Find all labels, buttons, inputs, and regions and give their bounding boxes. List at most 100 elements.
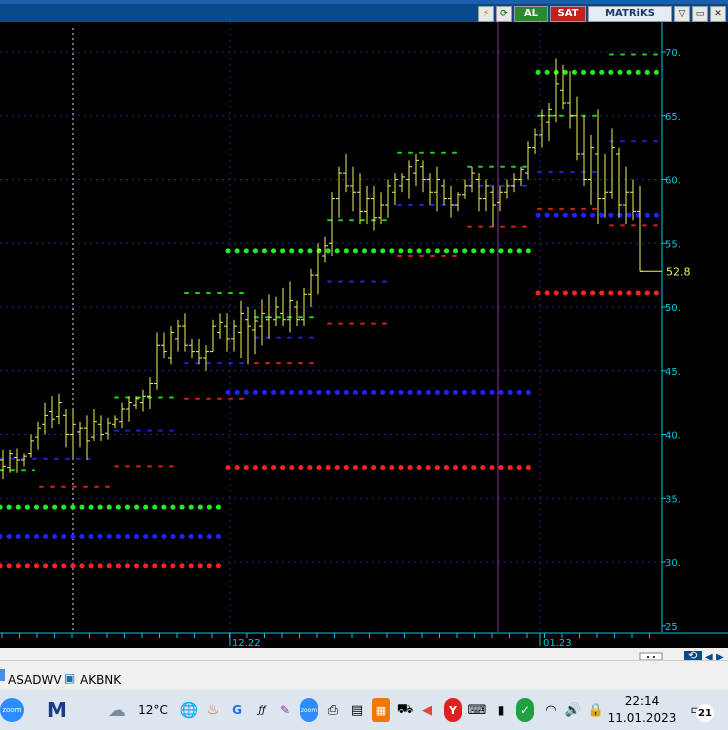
ohlc-bar [504, 179, 510, 199]
y-tick-label: 50. [665, 303, 681, 314]
ohlc-bar [203, 345, 209, 371]
shield-check-icon[interactable]: ✓ [516, 698, 534, 722]
ohlc-bar [280, 287, 286, 327]
y-tick-label: 55. [665, 239, 681, 250]
ohlc-bar [84, 415, 90, 460]
ohlc-bar [112, 415, 118, 429]
battery-icon[interactable]: ▮ [492, 698, 510, 722]
ohlc-bar [413, 154, 419, 186]
y-tick-label: 35. [665, 494, 681, 505]
ohlc-bar [63, 409, 69, 448]
ohlc-bar [462, 179, 468, 199]
ohlc-bar [56, 393, 62, 425]
ohlc-bar [49, 396, 55, 429]
price-chart[interactable]: 70. 65. 60. 55. 50. 45. 40. 35. 30. 25 52.8 [0, 22, 728, 632]
ohlc-bar [546, 103, 552, 142]
wifi-icon[interactable]: ◠ [542, 698, 560, 722]
ohlc-bar [28, 434, 34, 458]
monitor-icon: ▣ [64, 671, 76, 685]
minimize-icon[interactable]: ▭ [692, 6, 708, 22]
buy-button[interactable]: AL [514, 6, 548, 22]
camera-icon[interactable]: ⎙ [324, 698, 342, 722]
ohlc-bar [553, 58, 559, 123]
ohlc-bar [399, 173, 405, 193]
ohlc-bar [0, 449, 6, 480]
y-axis-ticks: 70. 65. 60. 55. 50. 45. 40. 35. 30. 25 52.8 [640, 48, 691, 632]
title-strip [0, 0, 728, 4]
notification-count: 21 [696, 704, 714, 722]
ohlc-bar [525, 141, 531, 180]
ohlc-bar [98, 415, 104, 441]
ohlc-bar [406, 160, 412, 199]
ohlc-bar [287, 281, 293, 333]
last-price-label: 52.8 [666, 265, 691, 278]
ohlc-bar [455, 192, 461, 212]
ohlc-bar [231, 319, 237, 352]
ohlc-bar [476, 173, 482, 212]
y-tick-label: 25 [665, 622, 678, 632]
close-icon[interactable]: ✕ [710, 6, 726, 22]
text-app-icon[interactable]: ƒƒ [252, 698, 272, 722]
lock-icon[interactable]: 🔒 [588, 698, 604, 722]
ohlc-bar [210, 319, 216, 353]
ohlc-bar [567, 71, 573, 129]
volume-icon[interactable]: 🔊 [564, 698, 582, 722]
clock-time[interactable]: 22:14 [612, 693, 672, 709]
chart-scrollbar[interactable]: ⟲ ◀ ▶ [0, 645, 728, 663]
keyboard-icon[interactable]: ⌨ [468, 698, 487, 722]
fire-icon[interactable]: ♨ [204, 698, 222, 722]
ohlc-bar [420, 160, 426, 193]
weather-text[interactable]: 12°C [136, 698, 170, 722]
window-tab[interactable]: ASADWV [8, 673, 62, 687]
ohlc-bar [245, 307, 251, 365]
ohlc-bar [140, 389, 146, 412]
x-tick-label: 01.23 [543, 638, 572, 648]
dropdown-icon[interactable]: ▽ [674, 6, 690, 22]
car-icon[interactable]: ⛟ [396, 698, 414, 722]
ohlc-bar [21, 453, 27, 467]
window-tab[interactable]: AKBNK [80, 673, 121, 687]
ohlc-bar [91, 409, 97, 441]
ohlc-bar [336, 166, 342, 218]
ohlc-bar [357, 173, 363, 225]
ohlc-bar [35, 421, 41, 450]
ohlc-bar [581, 115, 587, 186]
brand-logo: MATRiKS [588, 6, 672, 22]
refresh-icon[interactable]: ⟳ [496, 6, 512, 22]
ohlc-bar [490, 185, 496, 227]
ohlc-bar [392, 173, 398, 205]
window-tabs: ASADWV ▣ AKBNK [0, 660, 728, 691]
ohlc-bar [175, 319, 181, 352]
speaker-muted-icon[interactable]: ◀ [420, 698, 434, 722]
ohlc-bar [126, 396, 132, 422]
ohlc-bar [294, 300, 300, 327]
lightning-icon[interactable]: ⚡ [478, 6, 494, 22]
sell-button[interactable]: SAT [550, 6, 586, 22]
clock-date[interactable]: 11.01.2023 [608, 710, 677, 726]
g-app-icon[interactable]: G [228, 698, 246, 722]
ohlc-bar [119, 402, 125, 429]
ohlc-bar [602, 154, 608, 218]
ohlc-bar [385, 179, 391, 218]
ohlc-bar [77, 421, 83, 448]
ohlc-bar [609, 128, 615, 199]
display-icon[interactable]: ▤ [348, 698, 366, 722]
globe-icon[interactable]: 🌐 [180, 698, 199, 722]
ohlc-bar [182, 313, 188, 352]
ohlc-bar [238, 300, 244, 358]
feather-icon[interactable]: ✎ [276, 698, 294, 722]
zoom-icon[interactable]: zoom [0, 698, 24, 722]
yandex-icon[interactable]: Y [444, 698, 462, 722]
orange-app-icon[interactable]: ▦ [372, 698, 390, 722]
zoom-tray-icon[interactable]: zoom [300, 698, 318, 722]
ohlc-bar [588, 134, 594, 205]
ohlc-bar [574, 96, 580, 161]
chart-canvas: 70. 65. 60. 55. 50. 45. 40. 35. 30. 25 52.8 [0, 22, 691, 632]
chart-grid [0, 22, 663, 632]
ohlc-bar [168, 326, 174, 365]
matriks-app-icon[interactable]: M [44, 698, 70, 722]
y-tick-label: 45. [665, 367, 681, 378]
ohlc-bar [329, 192, 335, 256]
trade-toolbar: ⚡ ⟳ AL SAT MATRiKS ▽ ▭ ✕ [478, 6, 726, 22]
app-title-bar: ⚡ ⟳ AL SAT MATRiKS ▽ ▭ ✕ [0, 0, 728, 22]
